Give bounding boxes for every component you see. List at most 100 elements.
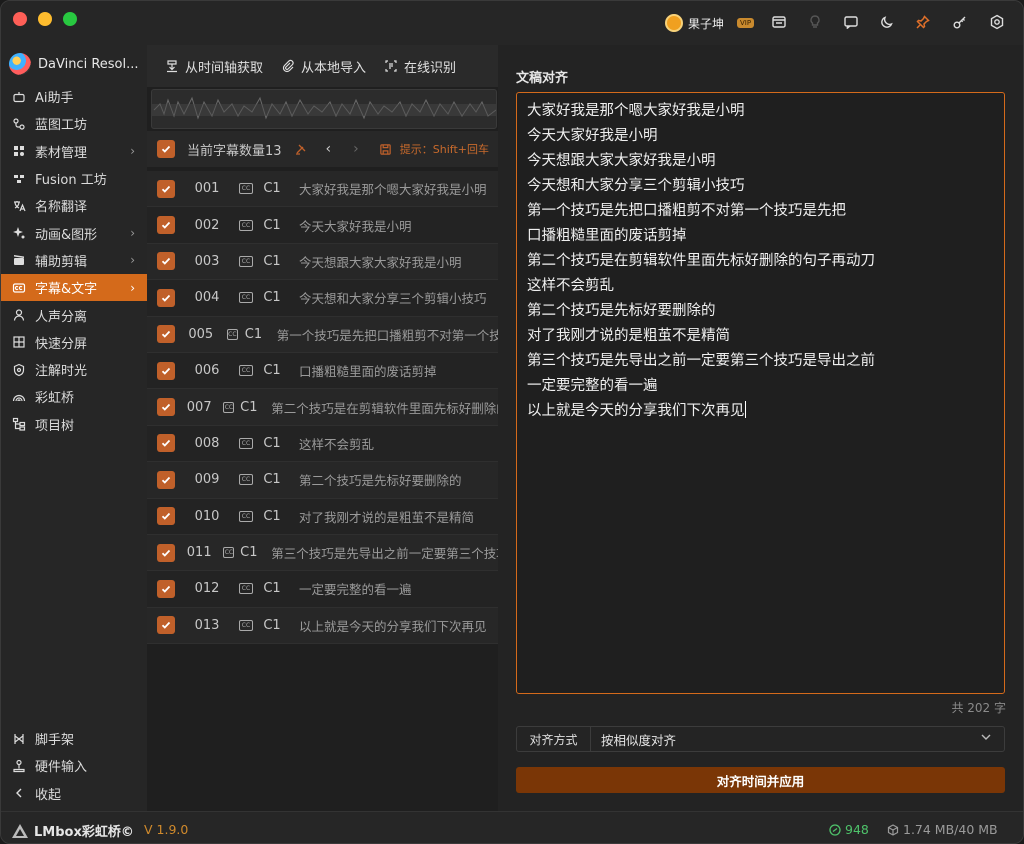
app-selector[interactable]: DaVinci Resol...: [9, 53, 139, 75]
close-window-button[interactable]: [13, 12, 27, 26]
sidebar-item-annotation[interactable]: 注解时光: [1, 356, 147, 383]
row-checkbox[interactable]: [157, 179, 175, 198]
maximize-window-button[interactable]: [63, 12, 77, 26]
credit-balance[interactable]: 948: [829, 822, 869, 837]
row-checkbox[interactable]: [157, 543, 175, 562]
align-method-select[interactable]: 对齐方式 按相似度对齐: [516, 726, 1005, 752]
user-avatar: [665, 14, 683, 32]
row-track: C1: [263, 290, 281, 306]
settings-icon[interactable]: [988, 13, 1006, 31]
row-text[interactable]: 第一个技巧是先把口播粗剪不对第一个技巧是先把: [277, 325, 498, 344]
subtitle-row[interactable]: 006 CC C1 口播粗糙里面的废话剪掉: [147, 352, 498, 390]
row-text[interactable]: 对了我刚才说的是粗茧不是精简: [299, 507, 474, 526]
sidebar-item-split-screen[interactable]: 快速分屏: [1, 329, 147, 356]
script-line: 这样不会剪乱: [527, 278, 614, 294]
row-text[interactable]: 第三个技巧是先导出之前一定要第三个技巧是导出之前: [271, 543, 498, 562]
row-checkbox[interactable]: [157, 434, 175, 453]
lightbulb-icon[interactable]: [806, 13, 824, 31]
from-timeline-button[interactable]: 从时间轴获取: [147, 57, 263, 76]
online-recognize-button[interactable]: 在线识别: [366, 57, 456, 76]
cc-icon: [11, 280, 27, 296]
select-all-checkbox[interactable]: [157, 140, 175, 158]
row-text[interactable]: 第二个技巧是在剪辑软件里面先标好删除的句子再动刀: [271, 398, 498, 417]
row-checkbox[interactable]: [157, 616, 175, 635]
sidebar-item-assets[interactable]: 素材管理 ›: [1, 138, 147, 165]
sidebar: DaVinci Resol... Ai助手 蓝图工坊 素材管理 › Fusion…: [1, 45, 147, 811]
from-local-button[interactable]: 从本地导入: [263, 57, 366, 76]
row-checkbox[interactable]: [157, 288, 175, 307]
row-number: 010: [194, 508, 220, 524]
subtitle-row[interactable]: 013 CC C1 以上就是今天的分享我们下次再见: [147, 607, 498, 645]
row-checkbox[interactable]: [157, 507, 175, 526]
row-checkbox[interactable]: [157, 579, 175, 598]
sidebar-item-blueprint[interactable]: 蓝图工坊: [1, 110, 147, 137]
row-text[interactable]: 第二个技巧是先标好要删除的: [299, 470, 462, 489]
row-checkbox[interactable]: [157, 470, 175, 489]
subtitle-row[interactable]: 001 CC C1 大家好我是那个嗯大家好我是小明: [147, 171, 498, 208]
chevron-right-icon: ›: [130, 144, 135, 159]
sidebar-item-project-tree[interactable]: 项目树: [1, 411, 147, 438]
message-icon[interactable]: [842, 13, 860, 31]
subtitle-row[interactable]: 005 CC C1 第一个技巧是先把口播粗剪不对第一个技巧是先把: [147, 316, 498, 353]
app-window: 果子坤 VIP DaVinci Resol... Ai助手 蓝图工坊 素材管理 …: [0, 0, 1024, 844]
cc-icon: CC: [239, 437, 253, 449]
sidebar-item-name-translate[interactable]: 名称翻译: [1, 192, 147, 219]
row-text[interactable]: 一定要完整的看一遍: [299, 579, 412, 598]
sidebar-item-label: Ai助手: [35, 91, 74, 107]
sidebar-item-edit-assist[interactable]: 辅助剪辑 ›: [1, 247, 147, 274]
row-text[interactable]: 以上就是今天的分享我们下次再见: [299, 616, 487, 635]
subtitle-row[interactable]: 010 CC C1 对了我刚才说的是粗茧不是精简: [147, 498, 498, 535]
subtitle-row[interactable]: 009 CC C1 第二个技巧是先标好要删除的: [147, 462, 498, 499]
sidebar-item-hardware-input[interactable]: 硬件输入: [1, 752, 147, 779]
row-text[interactable]: 今天想跟大家大家好我是小明: [299, 252, 462, 271]
align-method-label: 对齐方式: [517, 727, 591, 751]
subtitle-row[interactable]: 008 CC C1 这样不会剪乱: [147, 425, 498, 463]
script-line: 今天想跟大家大家好我是小明: [527, 153, 716, 169]
row-checkbox[interactable]: [157, 361, 175, 380]
cc-icon: CC: [239, 365, 253, 377]
subtitle-row[interactable]: 002 CC C1 今天大家好我是小明: [147, 207, 498, 244]
sidebar-item-label: 快速分屏: [35, 336, 88, 352]
align-apply-button[interactable]: 对齐时间并应用: [516, 767, 1005, 793]
user-account[interactable]: 果子坤 VIP: [665, 13, 755, 33]
sidebar-item-voice-separation[interactable]: 人声分离: [1, 301, 147, 328]
sidebar-item-rainbow-bridge[interactable]: 彩虹桥: [1, 383, 147, 410]
sidebar-item-fusion[interactable]: Fusion 工坊: [1, 165, 147, 192]
script-line: 一定要完整的看一遍: [527, 378, 658, 394]
subtitle-row[interactable]: 012 CC C1 一定要完整的看一遍: [147, 571, 498, 608]
subtitle-row[interactable]: 011 CC C1 第三个技巧是先导出之前一定要第三个技巧是导出之前: [147, 534, 498, 572]
minimize-window-button[interactable]: [38, 12, 52, 26]
clear-icon[interactable]: [294, 142, 308, 156]
row-checkbox[interactable]: [157, 216, 175, 235]
moon-icon[interactable]: [878, 13, 896, 31]
audio-waveform[interactable]: [151, 89, 497, 129]
row-text[interactable]: 大家好我是那个嗯大家好我是小明: [299, 179, 487, 198]
prev-icon[interactable]: ‹: [326, 141, 332, 157]
script-line: 第二个技巧是在剪辑软件里面先标好删除的句子再动刀: [527, 253, 875, 269]
sidebar-item-ai-assistant[interactable]: Ai助手: [1, 83, 147, 110]
subtitle-row[interactable]: 003 CC C1 今天想跟大家大家好我是小明: [147, 243, 498, 281]
store-icon[interactable]: [770, 13, 788, 31]
subtitle-list-header: 当前字幕数量13 ‹ › 提示：Shift+回车: [147, 131, 498, 167]
row-checkbox[interactable]: [157, 252, 175, 271]
sidebar-collapse-button[interactable]: 收起: [1, 780, 147, 807]
from-local-label: 从本地导入: [301, 60, 367, 76]
row-text[interactable]: 这样不会剪乱: [299, 434, 374, 453]
next-icon[interactable]: ›: [353, 141, 359, 157]
script-textarea[interactable]: 大家好我是那个嗯大家好我是小明 今天大家好我是小明 今天想跟大家大家好我是小明 …: [516, 92, 1005, 694]
row-track: C1: [263, 581, 281, 597]
subtitle-row[interactable]: 007 CC C1 第二个技巧是在剪辑软件里面先标好删除的句子再动刀: [147, 389, 498, 426]
sidebar-item-animation[interactable]: 动画&图形 ›: [1, 219, 147, 246]
sidebar-item-subtitles[interactable]: 字幕&文字 ›: [1, 274, 147, 302]
key-icon[interactable]: [951, 13, 969, 31]
row-text[interactable]: 口播粗糙里面的废话剪掉: [299, 361, 437, 380]
save-icon[interactable]: [379, 143, 392, 156]
row-checkbox[interactable]: [157, 398, 175, 417]
row-text[interactable]: 今天大家好我是小明: [299, 216, 412, 235]
sidebar-item-scaffold[interactable]: 脚手架: [1, 725, 147, 752]
pin-icon[interactable]: [914, 13, 932, 31]
sidebar-item-label: 蓝图工坊: [35, 118, 88, 134]
subtitle-row[interactable]: 004 CC C1 今天想和大家分享三个剪辑小技巧: [147, 280, 498, 317]
row-checkbox[interactable]: [157, 325, 175, 344]
row-text[interactable]: 今天想和大家分享三个剪辑小技巧: [299, 288, 487, 307]
